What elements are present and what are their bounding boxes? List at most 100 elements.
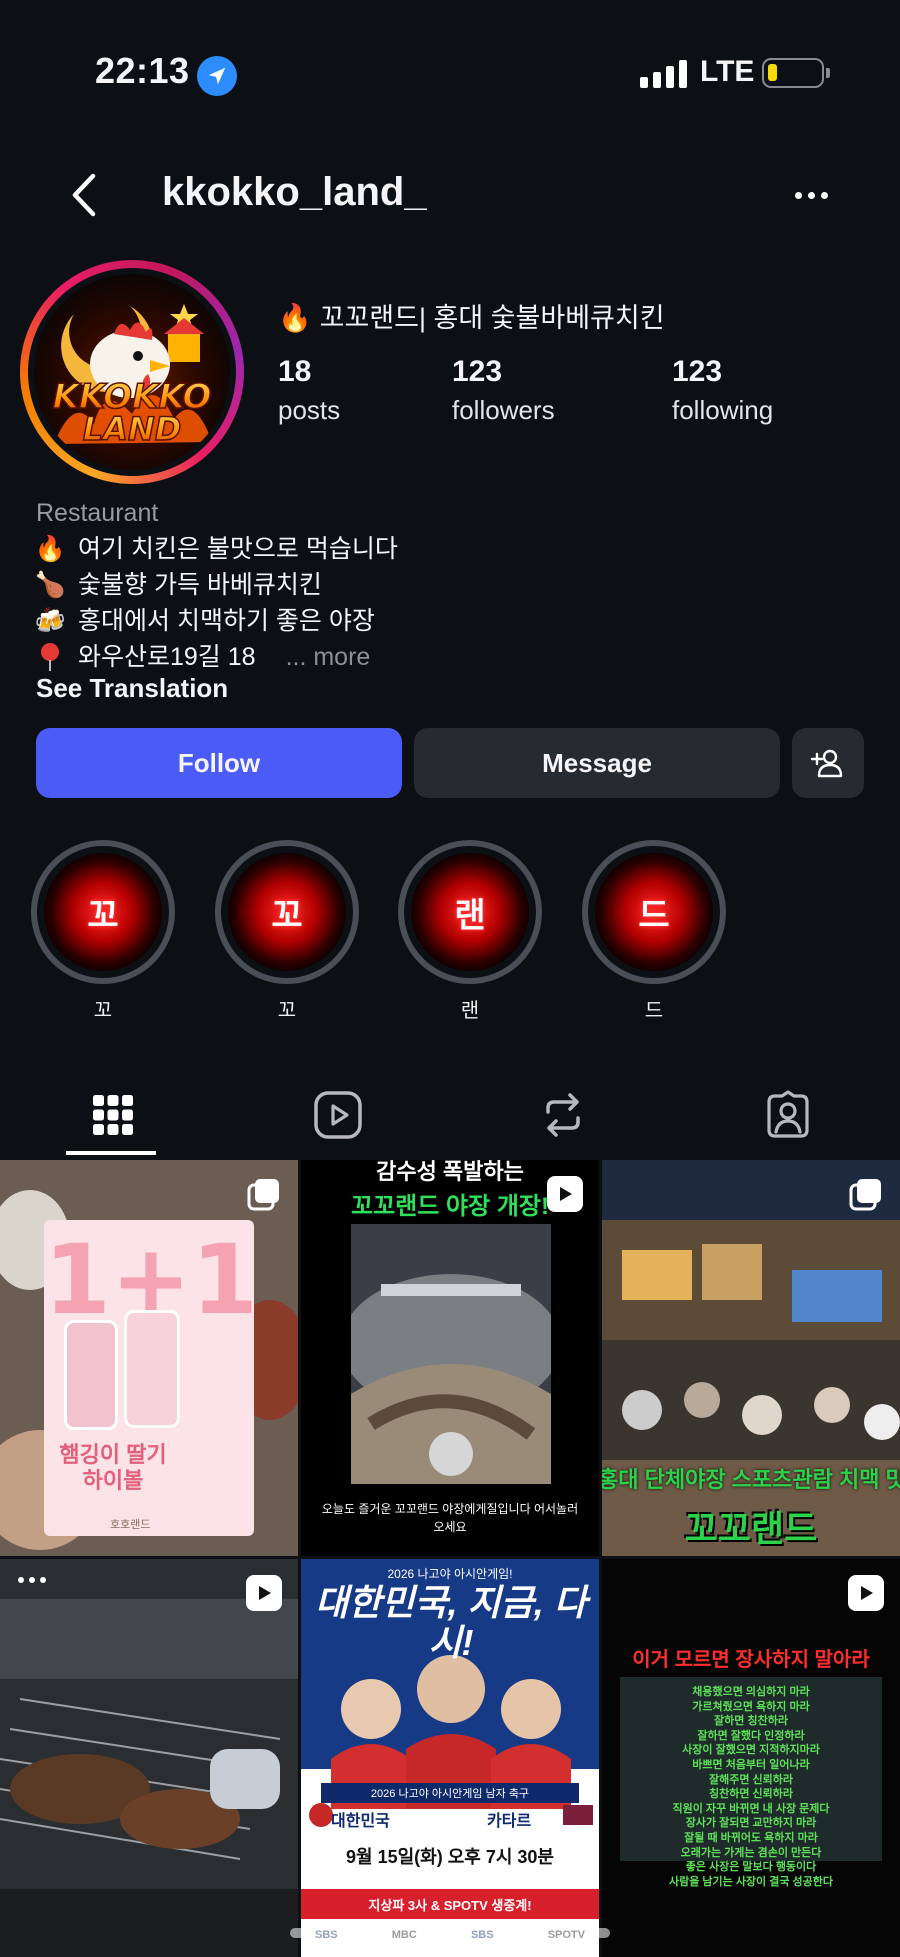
team-a: 대한민국	[331, 1813, 390, 1830]
status-bar: 22:13 LTE	[0, 0, 900, 130]
fire-icon: 🔥	[278, 303, 312, 333]
highlight-label: 꼬	[93, 1000, 113, 1022]
highlight-label: 랜	[460, 1000, 480, 1022]
see-translation-link[interactable]: See Translation	[36, 673, 228, 704]
post-thumbnail[interactable]	[0, 1559, 298, 1957]
post-image	[351, 1224, 551, 1484]
post-brand: 호호랜드	[110, 1519, 151, 1531]
stat-following[interactable]: 123 following	[672, 355, 773, 426]
reels-icon	[313, 1091, 362, 1139]
reel-icon	[848, 1575, 884, 1611]
broadcast-info: 지상파 3사 & SPOTV 생중계!	[368, 1898, 532, 1913]
stat-followers-label: followers	[452, 395, 555, 425]
stat-followers-value: 123	[452, 355, 503, 388]
story-highlight[interactable]: 랜 랜	[398, 840, 542, 1023]
post-caption: 오늘도 즐거운 꼬꼬랜드 야장에게질입니다 어서놀러오세요	[321, 1502, 579, 1534]
story-highlight[interactable]: 드 드	[582, 840, 726, 1023]
stat-posts-label: posts	[278, 395, 341, 425]
avatar-logo-image: KKOKKO LAND	[34, 274, 230, 470]
tab-reels[interactable]	[225, 1070, 450, 1160]
bio-line: 홍대에서 치맥하기 좋은 야장	[78, 607, 375, 635]
home-indicator[interactable]	[290, 1928, 610, 1938]
post-caption: 꼬꼬랜드	[684, 1508, 818, 1549]
post-thumbnail[interactable]: 1+1 햄깅이 딸기 하이볼 호호랜드	[0, 1160, 298, 1556]
status-time: 22:13	[95, 50, 190, 91]
post-caption: 이거 모르면 장사하지 말아라	[632, 1649, 870, 1671]
profile-bio: Restaurant 🔥 여기 치킨은 불맛으로 먹습니다 🍗 숯불향 가득 바베큐…	[34, 495, 398, 675]
highlight-cover: 드	[595, 853, 713, 971]
post-text-list: 채용했으면 의심하지 마라 가르쳐줬으면 욕하지 마라 잘하면 칭찬하라 잘하면 잘했…	[612, 1685, 890, 1889]
grid-icon	[92, 1095, 133, 1135]
tagged-icon	[766, 1090, 809, 1138]
highlight-label: 드	[644, 1000, 664, 1022]
tab-tagged[interactable]	[675, 1070, 900, 1160]
post-image	[602, 1160, 900, 1556]
post-thumbnail[interactable]: 감수성 폭발하는 꼬꼬랜드 야장 개장! 오늘도 즐거운 꼬꼬랜드 야장에게질입…	[301, 1160, 599, 1556]
more-icon	[18, 1577, 46, 1583]
profile-username: kkokko_land_	[162, 170, 427, 214]
post-headline: 대한민국, 지금, 다시!	[315, 1582, 587, 1663]
post-text-line: 사장이 잘했으면 지적하지마라	[682, 1744, 820, 1757]
post-thumbnail[interactable]: 홍대 단체야장 스포츠관람 치맥 맛 꼬꼬랜드	[602, 1160, 900, 1556]
reel-icon	[246, 1575, 282, 1611]
highlight-cover: 랜	[411, 853, 529, 971]
post-text-line: 사람을 남기는 사장이 결국 성공한다	[668, 1875, 834, 1888]
suggested-users-button[interactable]	[792, 728, 864, 798]
bio-line: 와우산로19길 18	[78, 643, 256, 671]
message-button[interactable]: Message	[414, 728, 780, 798]
team-b: 카타르	[487, 1813, 532, 1830]
post-text-line: 좋은 사장은 말보다 행동이다	[685, 1861, 817, 1874]
stat-following-label: following	[672, 395, 774, 425]
post-caption: 햄깅이 딸기 하이볼	[59, 1442, 167, 1493]
post-event: 2026 나고야 아시안게임 남자 축구	[321, 1783, 579, 1803]
battery-icon	[762, 58, 830, 88]
stat-posts-value: 18	[278, 355, 312, 388]
post-text-line: 채용했으면 의심하지 마라	[692, 1686, 810, 1698]
post-text-line: 장사가 잘되면 교만하지 마라	[685, 1817, 817, 1830]
cellular-signal-icon	[640, 58, 687, 88]
match-date: 9월 15일(화) 오후 7시 30분	[346, 1847, 554, 1867]
carousel-icon	[246, 1176, 282, 1212]
svg-text:LAND: LAND	[83, 410, 182, 448]
tab-posts[interactable]	[0, 1070, 225, 1160]
post-text-line: 잘하면 잘했다 인정하라	[697, 1729, 805, 1742]
post-text-line: 바쁘면 처음부터 일어나라	[692, 1758, 810, 1771]
reel-icon	[547, 1176, 583, 1212]
bio-line: 여기 치킨은 불맛으로 먹습니다	[78, 535, 398, 563]
post-caption: 2026 나고야 아시안게임!	[387, 1567, 513, 1581]
post-text-line: 잘해주면 신뢰하라	[708, 1773, 793, 1786]
active-tab-indicator	[66, 1151, 156, 1155]
post-text-line: 직원이 자꾸 바뀌면 내 사장 문제다	[672, 1802, 830, 1815]
stat-followers[interactable]: 123 followers	[452, 355, 555, 426]
back-button[interactable]	[65, 170, 105, 220]
beer-mugs-icon: 🍻	[34, 607, 66, 635]
story-highlight[interactable]: 꼬 꼬	[31, 840, 175, 1023]
follow-button[interactable]: Follow	[36, 728, 402, 798]
tab-reposts[interactable]	[450, 1070, 675, 1160]
add-person-icon	[810, 749, 843, 778]
business-name: 🔥 꼬꼬랜드| 홍대 숯불바베큐치킨	[278, 303, 665, 333]
highlight-label: 꼬	[277, 1000, 297, 1022]
carousel-icon	[848, 1176, 884, 1212]
avatar[interactable]: KKOKKO LAND	[20, 260, 244, 484]
more-options-icon[interactable]	[795, 180, 835, 210]
can-image	[64, 1320, 118, 1430]
location-arrow-icon	[197, 56, 237, 96]
post-image	[0, 1559, 298, 1957]
can-image	[124, 1310, 180, 1428]
story-highlight[interactable]: 꼬 꼬	[215, 840, 359, 1023]
reposts-icon	[545, 1093, 580, 1137]
stat-posts[interactable]: 18 posts	[278, 355, 340, 426]
profile-tabs	[0, 1070, 900, 1160]
post-caption: 홍대 단체야장 스포츠관람 치맥 맛	[602, 1467, 900, 1492]
stat-following-value: 123	[672, 355, 723, 388]
pin-icon	[36, 642, 64, 672]
post-text-line: 오래가는 가게는 겸손이 만든다	[680, 1846, 822, 1859]
bio-line: 숯불향 가득 바베큐치킨	[78, 571, 322, 599]
highlight-cover: 꼬	[44, 853, 162, 971]
profile-category: Restaurant	[36, 499, 159, 527]
highlight-cover: 꼬	[228, 853, 346, 971]
post-thumbnail[interactable]: 2026 나고야 아시안게임! 대한민국, 지금, 다시! 2026 나고야 아…	[301, 1559, 599, 1957]
bio-more-link[interactable]: ... more	[286, 639, 371, 675]
post-thumbnail[interactable]: 이거 모르면 장사하지 말아라 채용했으면 의심하지 마라 가르쳐줬으면 욕하지 …	[602, 1559, 900, 1957]
